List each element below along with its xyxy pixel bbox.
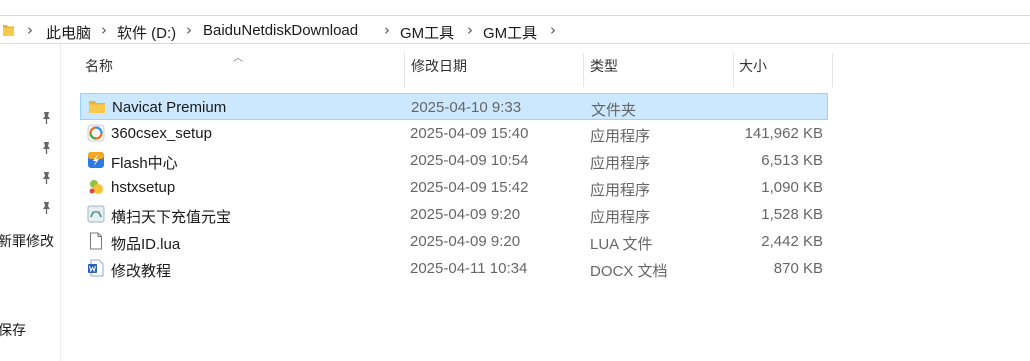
column-header-date[interactable]: 修改日期 bbox=[411, 56, 467, 84]
navigation-pane[interactable]: 新罪修改 保存 bbox=[0, 44, 61, 361]
breadcrumb-separator-icon[interactable]: › bbox=[101, 21, 107, 39]
file-name: hstxsetup bbox=[111, 179, 176, 196]
file-type: 文件夹 bbox=[591, 102, 637, 119]
file-type: 应用程序 bbox=[590, 209, 651, 226]
file-size: 870 KB bbox=[773, 260, 823, 277]
word-doc-icon bbox=[88, 259, 104, 277]
breadcrumb-separator-icon[interactable]: › bbox=[384, 21, 390, 39]
file-date: 2025-04-09 10:54 bbox=[410, 152, 529, 169]
breadcrumb-item-this-pc[interactable]: 此电脑 bbox=[46, 22, 91, 43]
address-bar[interactable]: › 此电脑 › 软件 (D:) › BaiduNetdiskDownload ›… bbox=[0, 15, 1030, 44]
breadcrumb-separator-icon[interactable]: › bbox=[27, 21, 33, 39]
pin-icon[interactable] bbox=[40, 201, 52, 215]
file-type: DOCX 文档 bbox=[590, 263, 668, 280]
file-date: 2025-04-09 9:20 bbox=[410, 233, 521, 250]
file-type: LUA 文件 bbox=[590, 236, 653, 253]
file-date: 2025-04-09 15:40 bbox=[410, 125, 529, 142]
pin-icon[interactable] bbox=[40, 111, 52, 125]
file-name: Flash中心 bbox=[111, 155, 178, 172]
file-row[interactable]: 修改教程 2025-04-11 10:34 DOCX 文档 870 KB bbox=[80, 255, 828, 282]
file-type: 应用程序 bbox=[590, 128, 651, 145]
file-name: 横扫天下充值元宝 bbox=[111, 209, 232, 226]
breadcrumb-separator-icon[interactable]: › bbox=[550, 21, 556, 39]
file-row[interactable]: hstxsetup 2025-04-09 15:42 应用程序 1,090 KB bbox=[80, 174, 828, 201]
file-date: 2025-04-09 15:42 bbox=[410, 179, 529, 196]
file-row[interactable]: 物品ID.lua 2025-04-09 9:20 LUA 文件 2,442 KB bbox=[80, 228, 828, 255]
breadcrumb-item-baidunetdisk[interactable]: BaiduNetdiskDownload bbox=[203, 22, 358, 39]
file-date: 2025-04-10 9:33 bbox=[411, 99, 522, 116]
folder-icon bbox=[89, 101, 105, 113]
file-name: 修改教程 bbox=[111, 263, 172, 280]
file-date: 2025-04-09 9:20 bbox=[410, 206, 521, 223]
file-size: 2,442 KB bbox=[761, 233, 823, 250]
column-divider[interactable] bbox=[583, 53, 584, 87]
file-name: 360csex_setup bbox=[111, 125, 212, 142]
file-row[interactable]: Navicat Premium 2025-04-10 9:33 文件夹 bbox=[80, 93, 828, 120]
flash-app-icon bbox=[88, 152, 104, 168]
nav-item-label[interactable]: 保存 bbox=[0, 320, 26, 340]
breadcrumb-separator-icon[interactable]: › bbox=[467, 21, 473, 39]
hstx-app-icon bbox=[89, 180, 103, 194]
file-size: 1,528 KB bbox=[761, 206, 823, 223]
breadcrumb-item-gm-tools[interactable]: GM工具 bbox=[400, 22, 454, 43]
file-name: 物品ID.lua bbox=[111, 236, 181, 253]
file-size: 1,090 KB bbox=[761, 179, 823, 196]
pin-icon[interactable] bbox=[40, 141, 52, 155]
file-type: 应用程序 bbox=[590, 182, 651, 199]
file-type: 应用程序 bbox=[590, 155, 651, 172]
breadcrumb-separator-icon[interactable]: › bbox=[186, 21, 192, 39]
column-divider[interactable] bbox=[832, 53, 833, 87]
breadcrumb-item-gm-tools-current[interactable]: GM工具 bbox=[483, 22, 537, 43]
folder-icon bbox=[3, 25, 14, 36]
360-app-icon bbox=[87, 124, 105, 142]
sort-ascending-icon: ︿ bbox=[233, 53, 243, 64]
file-date: 2025-04-11 10:34 bbox=[410, 260, 528, 277]
file-size: 6,513 KB bbox=[761, 152, 823, 169]
document-icon bbox=[90, 232, 102, 250]
file-row[interactable]: 横扫天下充值元宝 2025-04-09 9:20 应用程序 1,528 KB bbox=[80, 201, 828, 228]
column-header-name[interactable]: 名称 bbox=[85, 56, 113, 84]
column-header-size[interactable]: 大小 bbox=[739, 56, 767, 84]
column-divider[interactable] bbox=[404, 53, 405, 87]
file-size: 141,962 KB bbox=[744, 125, 823, 142]
column-header-type[interactable]: 类型 bbox=[590, 56, 618, 84]
nav-item-label[interactable]: 新罪修改 bbox=[0, 231, 54, 251]
file-row[interactable]: 360csex_setup 2025-04-09 15:40 应用程序 141,… bbox=[80, 120, 828, 147]
pin-icon[interactable] bbox=[40, 171, 52, 185]
column-divider[interactable] bbox=[733, 53, 734, 87]
exe-app-icon bbox=[87, 205, 105, 223]
file-row[interactable]: Flash中心 2025-04-09 10:54 应用程序 6,513 KB bbox=[80, 147, 828, 174]
file-name: Navicat Premium bbox=[112, 99, 227, 116]
breadcrumb-item-drive-d[interactable]: 软件 (D:) bbox=[117, 22, 176, 43]
